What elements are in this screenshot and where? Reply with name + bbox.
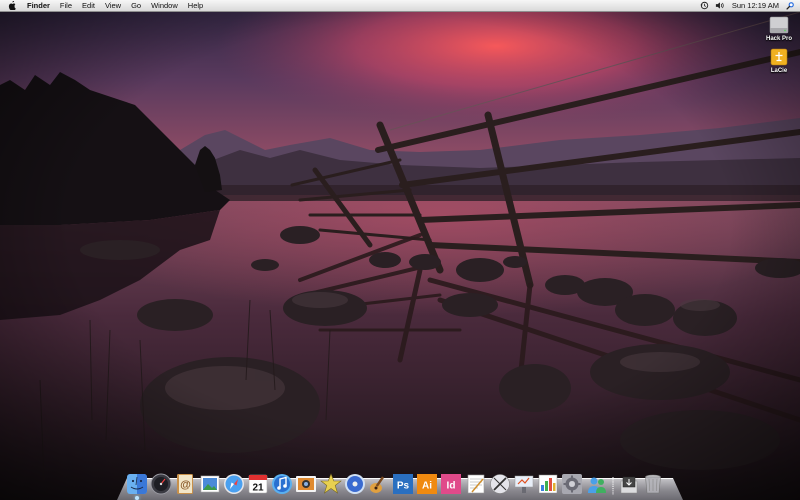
svg-text:@: @ [181, 479, 192, 491]
ical-day: 21 [252, 483, 264, 494]
safari-icon [223, 474, 244, 494]
spotlight-icon[interactable] [786, 1, 795, 10]
script-editor-icon [490, 474, 510, 494]
system-preferences-icon [562, 474, 583, 494]
trash-icon [645, 474, 661, 494]
dock-safari[interactable] [223, 473, 245, 495]
dock-trash[interactable] [642, 473, 664, 495]
menu-help[interactable]: Help [183, 0, 208, 11]
volume-lacie[interactable]: LaCie [759, 47, 799, 74]
indesign-glyph: Id [447, 481, 456, 492]
dock-indesign[interactable]: Id [440, 473, 462, 495]
dock-dashboard[interactable] [150, 473, 172, 495]
dock-preview[interactable] [199, 473, 221, 495]
activity-monitor-icon [538, 474, 558, 494]
dock-dvd-player[interactable] [344, 473, 366, 495]
photoshop-glyph: Ps [397, 481, 410, 492]
imovie-icon [319, 473, 342, 494]
dock-textedit[interactable] [465, 473, 487, 495]
dock-system-preferences[interactable] [561, 473, 583, 495]
textedit-icon [467, 474, 484, 494]
illustrator-glyph: Ai [422, 481, 432, 492]
menu-edit[interactable]: Edit [77, 0, 100, 11]
desktop-wallpaper [0, 0, 800, 500]
itunes-icon [272, 474, 293, 494]
volume-icon[interactable] [715, 1, 724, 10]
downloads-stack-icon [620, 476, 637, 494]
iphoto-icon [296, 476, 317, 492]
garageband-icon [369, 476, 384, 493]
menu-app-name[interactable]: Finder [22, 0, 55, 11]
volume-label: Hack Pro [765, 36, 792, 42]
illustrator-icon: Ai [417, 474, 438, 494]
dock-downloads-stack[interactable] [618, 473, 640, 495]
dock: @ 21 Ps Ai Id [126, 468, 666, 500]
ichat-icon [587, 477, 606, 493]
menu-go[interactable]: Go [126, 0, 146, 11]
menu-view[interactable]: View [100, 0, 126, 11]
volume-label: LaCie [770, 68, 788, 74]
dock-separator [612, 477, 614, 495]
menu-window[interactable]: Window [146, 0, 183, 11]
dock-garageband[interactable] [368, 473, 390, 495]
running-indicator [135, 496, 139, 500]
time-machine-icon[interactable] [700, 1, 709, 10]
dock-keynote[interactable] [513, 473, 535, 495]
dock-photoshop[interactable]: Ps [392, 473, 414, 495]
volume-hack-pro[interactable]: Hack Pro [759, 15, 799, 42]
dock-itunes[interactable] [271, 473, 293, 495]
finder-icon [127, 474, 147, 494]
dashboard-icon [150, 473, 172, 495]
menu-bar: Finder File Edit View Go Window Help Sun… [0, 0, 800, 12]
keynote-icon [514, 475, 534, 493]
preview-icon [200, 475, 219, 493]
dvd-player-icon [344, 474, 365, 494]
dock-script-editor[interactable] [489, 473, 511, 495]
hard-drive-icon [769, 16, 789, 34]
dock-imovie[interactable] [319, 473, 342, 495]
dock-iphoto[interactable] [295, 473, 317, 495]
external-drive-icon [770, 48, 788, 66]
dock-finder[interactable] [126, 473, 148, 500]
dock-illustrator[interactable]: Ai [416, 473, 438, 495]
menu-clock[interactable]: Sun 12:19 AM [727, 0, 784, 11]
dock-activity-monitor[interactable] [537, 473, 559, 495]
photoshop-icon: Ps [393, 474, 414, 494]
dock-address-book[interactable]: @ [174, 473, 196, 495]
dock-ichat[interactable] [586, 473, 608, 495]
address-book-icon: @ [177, 474, 194, 494]
dock-ical[interactable]: 21 [247, 473, 269, 495]
apple-menu-icon[interactable] [8, 1, 16, 10]
indesign-icon: Id [441, 474, 462, 494]
menu-file[interactable]: File [55, 0, 77, 11]
ical-icon: 21 [248, 474, 268, 494]
